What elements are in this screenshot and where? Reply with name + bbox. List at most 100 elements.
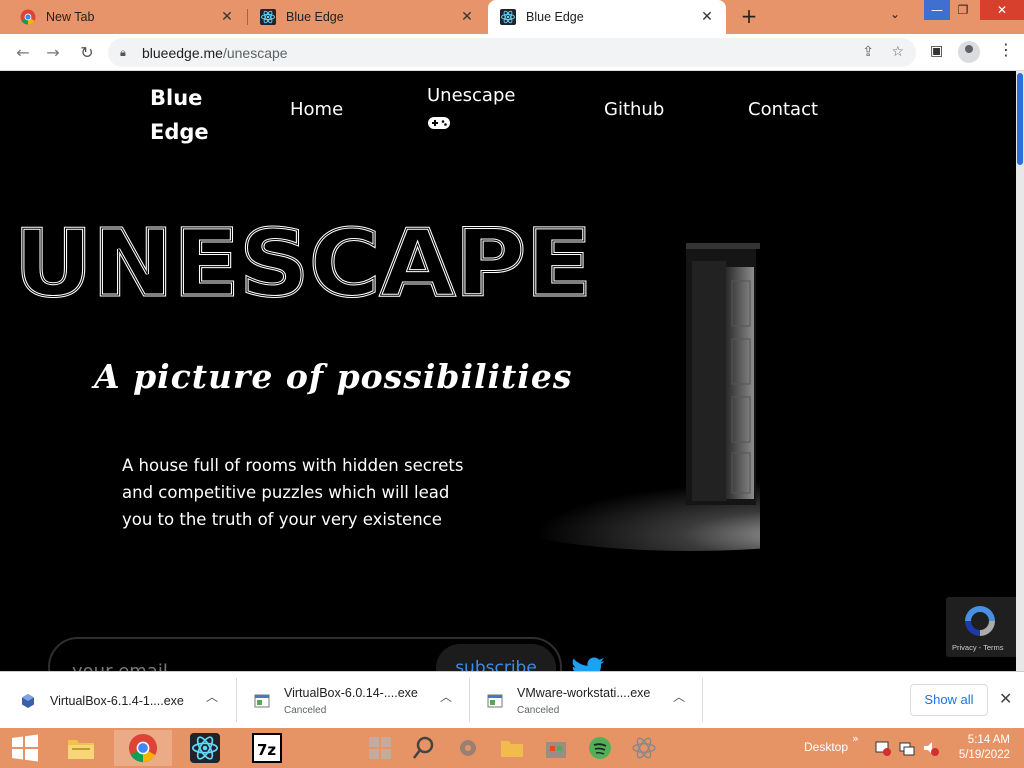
- hero-title-inline: UNESCAPE: [14, 219, 592, 305]
- store-icon[interactable]: [542, 734, 570, 762]
- profile-avatar-icon[interactable]: [958, 41, 980, 63]
- window-restore-button[interactable]: ❐: [950, 0, 976, 20]
- spotify-icon[interactable]: [586, 734, 614, 762]
- clock-time: 5:14 AM: [967, 734, 1010, 746]
- back-arrow-icon[interactable]: ←: [12, 42, 34, 64]
- react-icon: [500, 9, 516, 25]
- chrome-icon: [128, 733, 158, 763]
- brand-line-1: Blue: [150, 86, 203, 110]
- chrome-icon: [20, 9, 36, 25]
- nav-home[interactable]: Home: [290, 99, 343, 120]
- settings-gear-icon[interactable]: [454, 734, 482, 762]
- download-item[interactable]: VMware-workstati....exe Canceled: [487, 678, 650, 724]
- tab-close-icon[interactable]: ✕: [700, 9, 714, 25]
- show-all-button[interactable]: Show all: [910, 684, 988, 716]
- download-separator: [469, 678, 470, 722]
- download-filename: VirtualBox-6.1.4-1....exe: [50, 694, 184, 708]
- site-logo[interactable]: Blue Edge: [150, 81, 209, 149]
- hero-title: UNESCAPE UNESCAPE: [14, 219, 594, 305]
- browser-menu-icon[interactable]: ⋮: [998, 40, 1014, 59]
- taskbar-chrome[interactable]: [114, 730, 172, 766]
- share-icon[interactable]: ⇪: [862, 44, 874, 60]
- page-scrollbar[interactable]: [1016, 71, 1024, 671]
- url-path: /unescape: [222, 44, 288, 61]
- react-icon: [260, 9, 276, 25]
- taskbar-7zip[interactable]: 7z: [238, 730, 296, 766]
- tab-strip: New Tab ✕ Blue Edge ✕ Blue Edge ✕ + ⌄ — …: [0, 0, 1024, 34]
- svg-text:7z: 7z: [257, 741, 276, 759]
- reload-icon[interactable]: ↻: [76, 42, 98, 64]
- tab-blue-edge[interactable]: Blue Edge ✕: [248, 0, 486, 34]
- tab-search-chevron-icon[interactable]: ⌄: [890, 7, 900, 21]
- close-icon[interactable]: ✕: [999, 689, 1012, 708]
- nav-github[interactable]: Github: [604, 99, 664, 120]
- subscribe-button[interactable]: subscribe: [436, 644, 556, 671]
- desktop-toolbar-label[interactable]: Desktop: [804, 740, 848, 754]
- search-icon[interactable]: [410, 734, 438, 762]
- nav-contact[interactable]: Contact: [748, 99, 818, 120]
- lock-icon[interactable]: 🔒︎: [120, 46, 134, 60]
- download-item[interactable]: VirtualBox-6.0.14-....exe Canceled: [254, 678, 418, 724]
- folder-icon: [68, 740, 94, 759]
- installer-file-icon: [254, 694, 270, 708]
- hero-description: A house full of rooms with hidden secret…: [122, 456, 464, 529]
- system-clock[interactable]: 5:14 AM 5/19/2022: [952, 733, 1010, 763]
- installer-file-icon: [487, 694, 503, 708]
- download-status: Canceled: [517, 705, 560, 716]
- scrollbar-thumb[interactable]: [1017, 73, 1023, 165]
- tab-title: New Tab: [46, 10, 95, 24]
- tab-close-icon[interactable]: ✕: [460, 9, 474, 25]
- twitter-icon[interactable]: [568, 657, 608, 671]
- window-close-button[interactable]: ✕: [980, 0, 1024, 20]
- hero-subtitle: A picture of possibilities: [94, 357, 573, 396]
- tray-volume-muted-icon[interactable]: [922, 739, 940, 757]
- download-item[interactable]: VirtualBox-6.1.4-1....exe: [20, 678, 184, 724]
- nav-unescape[interactable]: Unescape: [427, 85, 515, 106]
- windows-taskbar: 7z Desktop » 5:14 AM 5/19/2022: [0, 728, 1024, 768]
- download-separator: [236, 678, 237, 722]
- forward-arrow-icon[interactable]: →: [42, 42, 64, 64]
- taskbar-file-explorer[interactable]: [52, 730, 110, 766]
- tray-overflow-chevron-icon[interactable]: »: [852, 732, 859, 745]
- chevron-up-icon[interactable]: ︿: [206, 688, 218, 705]
- folder-icon[interactable]: [498, 734, 526, 762]
- recaptcha-links[interactable]: Privacy - Terms: [952, 643, 1004, 652]
- tray-security-icon[interactable]: [874, 739, 892, 757]
- tab-title: Blue Edge: [526, 10, 584, 24]
- gamepad-icon: [428, 117, 450, 129]
- brand-line-2: Edge: [150, 120, 209, 144]
- bookmark-star-icon[interactable]: ☆: [891, 44, 904, 60]
- tab-blue-edge-active[interactable]: Blue Edge ✕: [488, 0, 726, 34]
- tray-network-icon[interactable]: [898, 739, 916, 757]
- address-bar[interactable]: 🔒︎ blueedge.me/unescape ⇪ ☆: [108, 38, 916, 67]
- email-input[interactable]: [72, 661, 372, 671]
- react-icon: [190, 733, 220, 763]
- start-button[interactable]: [0, 730, 50, 766]
- taskbar-react-app[interactable]: [176, 730, 234, 766]
- chevron-up-icon[interactable]: ︿: [440, 688, 452, 705]
- download-filename: VirtualBox-6.0.14-....exe: [284, 686, 418, 700]
- web-page: Blue Edge Home Unescape Github Contact U…: [0, 71, 1016, 671]
- download-separator: [702, 678, 703, 722]
- window-minimize-button[interactable]: —: [924, 0, 950, 20]
- url-host: blueedge.me: [142, 44, 223, 61]
- tab-new-tab[interactable]: New Tab ✕: [8, 0, 246, 34]
- windows-tiles-icon[interactable]: [366, 734, 394, 762]
- url-text: blueedge.me/unescape: [142, 45, 288, 61]
- download-status: Canceled: [284, 705, 327, 716]
- downloads-shelf: VirtualBox-6.1.4-1....exe ︿ VirtualBox-6…: [0, 671, 1024, 728]
- recaptcha-badge[interactable]: Privacy - Terms: [946, 597, 1016, 657]
- react-icon[interactable]: [630, 734, 658, 762]
- tab-close-icon[interactable]: ✕: [220, 9, 234, 25]
- virtualbox-file-icon: [22, 694, 34, 708]
- chevron-up-icon[interactable]: ︿: [673, 688, 685, 705]
- windows-logo-icon: [12, 734, 38, 762]
- side-panel-icon[interactable]: ▣: [930, 43, 943, 59]
- tab-title: Blue Edge: [286, 10, 344, 24]
- recaptcha-icon: [965, 606, 995, 636]
- browser-toolbar: ← → ↻ 🔒︎ blueedge.me/unescape ⇪ ☆ ▣ ⋮: [0, 34, 1024, 71]
- clock-date: 5/19/2022: [958, 749, 1010, 761]
- new-tab-button[interactable]: +: [738, 5, 760, 27]
- download-filename: VMware-workstati....exe: [517, 686, 651, 700]
- 7zip-icon: 7z: [252, 733, 282, 763]
